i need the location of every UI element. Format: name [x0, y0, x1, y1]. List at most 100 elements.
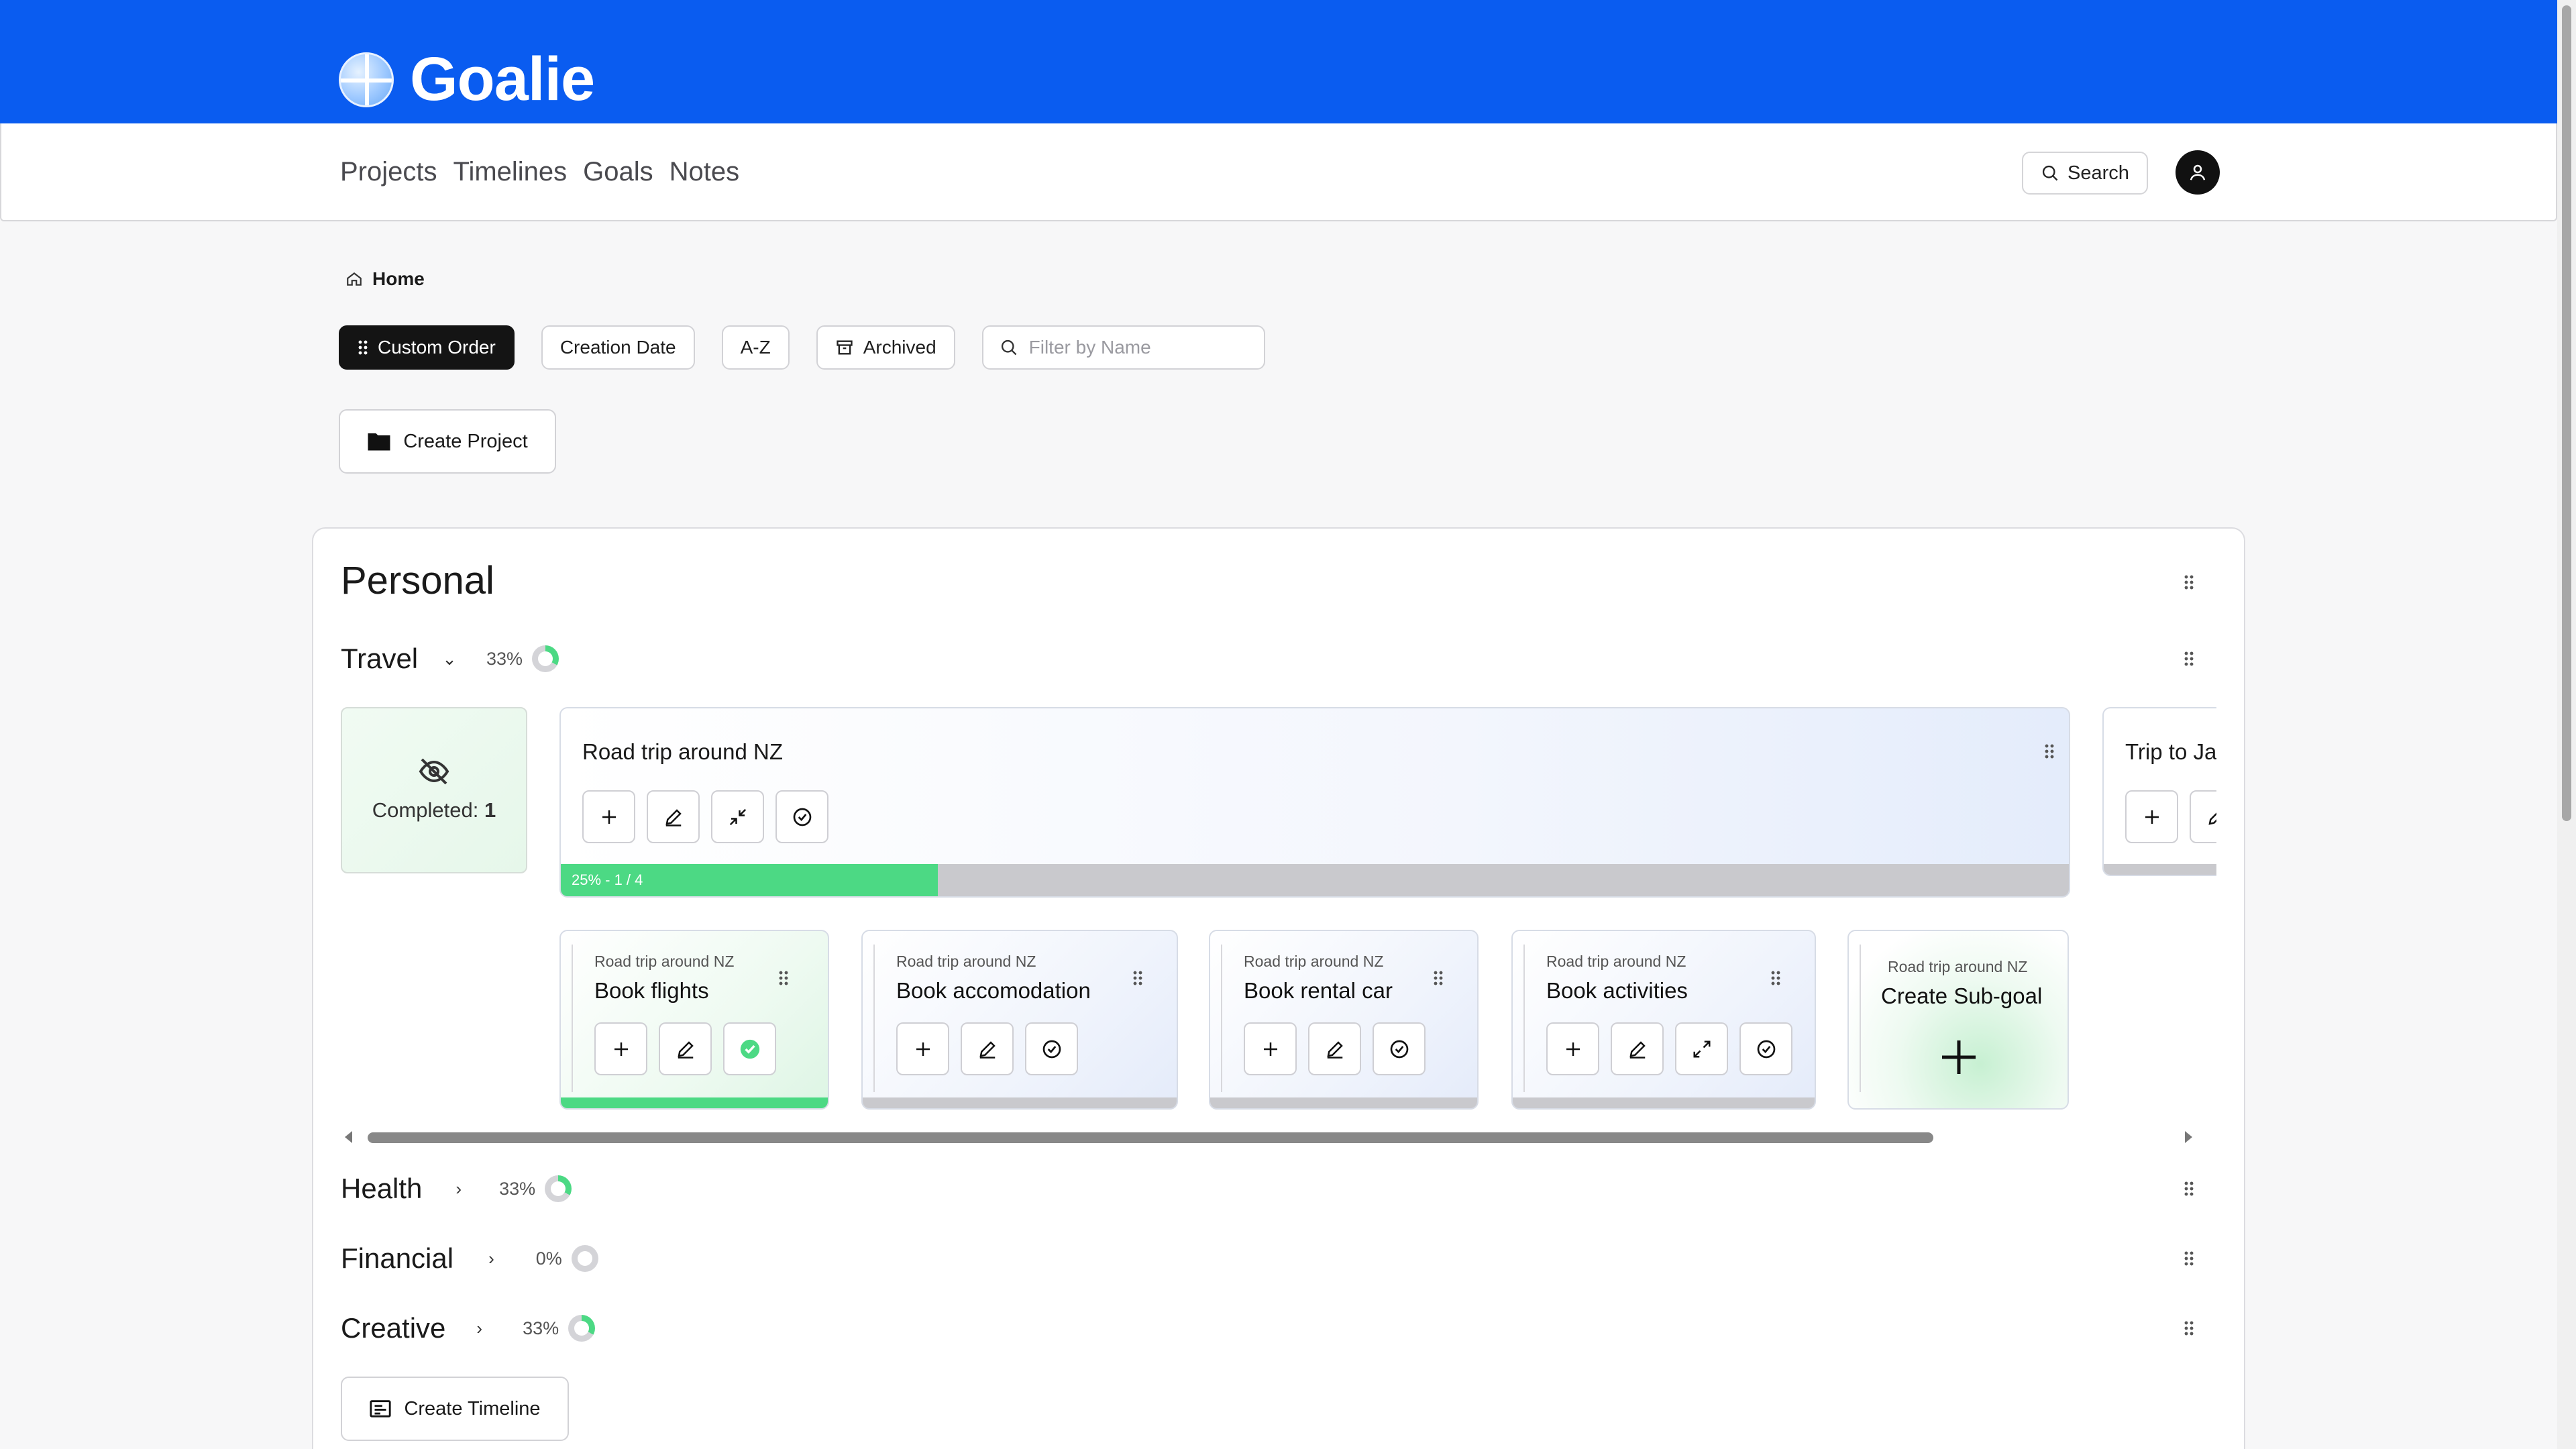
timeline-drag-handle-icon[interactable]: [2184, 1320, 2194, 1336]
completed-check-button[interactable]: [723, 1022, 776, 1075]
page-vertical-scrollbar[interactable]: [2557, 0, 2576, 1449]
timeline-row-financial[interactable]: Financial › 0%: [341, 1242, 598, 1275]
scrollbar-thumb[interactable]: [368, 1132, 1933, 1143]
user-avatar[interactable]: [2176, 150, 2220, 195]
filter-placeholder: Filter by Name: [1028, 337, 1151, 358]
add-subgoal-button[interactable]: [2125, 790, 2178, 843]
pencil-icon: [1629, 1040, 1646, 1059]
subgoal-parent: Road trip around NZ: [1244, 953, 1384, 970]
card-divider: [1523, 945, 1525, 1092]
progress-ring-icon: [531, 645, 559, 672]
edit-goal-button[interactable]: [1308, 1022, 1361, 1075]
breadcrumb-home[interactable]: Home: [372, 268, 425, 290]
subgoal-progress-bar: [863, 1097, 1177, 1108]
completed-count: 1: [484, 798, 496, 822]
subgoal-actions: [1244, 1022, 1426, 1075]
sort-creation-date-button[interactable]: Creation Date: [541, 325, 695, 370]
create-timeline-label: Create Timeline: [404, 1397, 541, 1419]
project-drag-handle-icon[interactable]: [2184, 574, 2194, 590]
create-project-label: Create Project: [403, 430, 528, 452]
timeline-drag-handle-icon[interactable]: [2184, 651, 2194, 667]
timeline-row-creative[interactable]: Creative › 33%: [341, 1312, 596, 1344]
goal-actions: [582, 790, 828, 843]
goal-card-peek[interactable]: Trip to Ja: [2102, 707, 2216, 876]
create-timeline-button[interactable]: Create Timeline: [341, 1377, 569, 1441]
expand-goal-button[interactable]: [1675, 1022, 1728, 1075]
complete-goal-button[interactable]: [1373, 1022, 1426, 1075]
complete-goal-button[interactable]: [775, 790, 828, 843]
create-subgoal-card[interactable]: Road trip around NZ Create Sub-goal: [1847, 930, 2069, 1110]
sort-custom-order-button[interactable]: Custom Order: [339, 325, 515, 370]
nav-notes[interactable]: Notes: [669, 157, 740, 187]
search-icon: [1001, 339, 1016, 356]
scroll-left-arrow-icon[interactable]: [345, 1131, 352, 1143]
completed-goals-card[interactable]: Completed: 1: [341, 707, 527, 873]
timeline-name: Health: [341, 1173, 423, 1204]
chevron-right-icon[interactable]: ›: [488, 1248, 494, 1269]
check-circle-icon: [1042, 1040, 1061, 1058]
project-panel: Personal Travel ⌄ 33% Completed: 1 Road …: [312, 527, 2245, 1449]
page-scrollbar-thumb[interactable]: [2562, 5, 2571, 821]
subgoal-drag-handle-icon[interactable]: [778, 970, 789, 986]
timeline-name: Travel: [341, 643, 419, 674]
goal-card[interactable]: Road trip around NZ 25% - 1 / 4: [559, 707, 2070, 898]
search-button[interactable]: Search: [2022, 152, 2148, 195]
complete-goal-button[interactable]: [1739, 1022, 1792, 1075]
app-logo[interactable]: Goalie: [339, 44, 595, 115]
add-subgoal-button[interactable]: [582, 790, 635, 843]
nav-projects[interactable]: Projects: [340, 157, 437, 187]
subgoal-card[interactable]: Road trip around NZ Book flights: [559, 930, 829, 1110]
edit-goal-button[interactable]: [647, 790, 700, 843]
timeline-name: Financial: [341, 1242, 454, 1274]
add-subgoal-button[interactable]: [1244, 1022, 1297, 1075]
pencil-icon: [665, 808, 682, 826]
globe-logo-icon: [339, 52, 394, 107]
create-project-button[interactable]: Create Project: [339, 409, 556, 474]
chevron-right-icon[interactable]: ›: [476, 1318, 482, 1339]
add-subgoal-button[interactable]: [1546, 1022, 1599, 1075]
archived-button[interactable]: Archived: [816, 325, 955, 370]
timeline-drag-handle-icon[interactable]: [2184, 1250, 2194, 1267]
scroll-right-arrow-icon[interactable]: [2185, 1131, 2192, 1143]
edit-goal-button[interactable]: [961, 1022, 1014, 1075]
timeline-percent: 0%: [535, 1248, 562, 1269]
timeline-row-health[interactable]: Health › 33%: [341, 1173, 572, 1205]
edit-goal-button[interactable]: [1611, 1022, 1664, 1075]
add-subgoal-button[interactable]: [896, 1022, 949, 1075]
subgoal-card[interactable]: Road trip around NZ Book rental car: [1209, 930, 1479, 1110]
subgoal-drag-handle-icon[interactable]: [1132, 970, 1143, 986]
nav-timelines[interactable]: Timelines: [453, 157, 568, 187]
nav-goals[interactable]: Goals: [583, 157, 653, 187]
timeline-horizontal-scrollbar[interactable]: [341, 1124, 2219, 1151]
completed-text: Completed: 1: [372, 798, 496, 822]
subgoal-parent: Road trip around NZ: [594, 953, 735, 970]
filter-by-name-input[interactable]: Filter by Name: [981, 325, 1265, 370]
sort-az-button[interactable]: A-Z: [721, 325, 790, 370]
edit-goal-button[interactable]: [659, 1022, 712, 1075]
az-label: A-Z: [740, 337, 771, 358]
timeline-drag-handle-icon[interactable]: [2184, 1181, 2194, 1197]
check-circle-icon: [1390, 1040, 1408, 1058]
subgoal-drag-handle-icon[interactable]: [1433, 970, 1444, 986]
pencil-icon: [979, 1040, 996, 1059]
add-subgoal-button[interactable]: [594, 1022, 647, 1075]
complete-goal-button[interactable]: [1025, 1022, 1078, 1075]
plus-icon: [614, 1042, 628, 1056]
project-title: Personal: [341, 559, 494, 602]
subgoal-parent: Road trip around NZ: [1888, 958, 2028, 975]
chevron-down-icon[interactable]: ⌄: [442, 649, 457, 669]
search-icon: [2042, 165, 2058, 181]
plus-icon: [2145, 810, 2159, 824]
breadcrumb: Home: [345, 268, 425, 290]
archived-label: Archived: [863, 337, 936, 358]
edit-goal-button[interactable]: [2190, 790, 2216, 843]
subgoal-drag-handle-icon[interactable]: [1770, 970, 1781, 986]
plus-icon: [1566, 1042, 1580, 1056]
goal-drag-handle-icon[interactable]: [2044, 743, 2055, 759]
create-subgoal-title: Create Sub-goal: [1881, 983, 2043, 1008]
timeline-row-travel[interactable]: Travel ⌄ 33%: [341, 643, 559, 675]
subgoal-card[interactable]: Road trip around NZ Book activities: [1511, 930, 1816, 1110]
subgoal-card[interactable]: Road trip around NZ Book accomodation: [861, 930, 1178, 1110]
collapse-goal-button[interactable]: [711, 790, 764, 843]
chevron-right-icon[interactable]: ›: [455, 1179, 462, 1199]
